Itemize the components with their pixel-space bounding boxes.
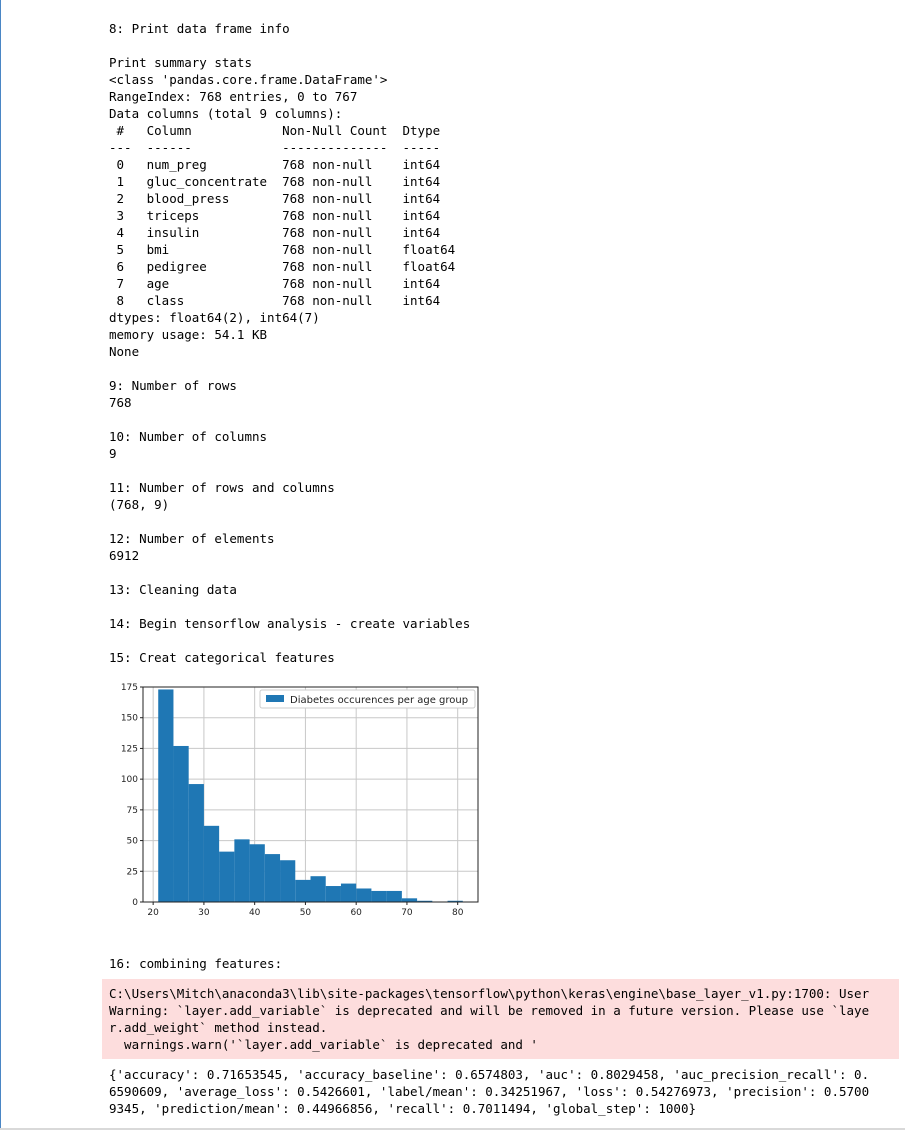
histogram-bar	[234, 839, 250, 902]
histogram-bar	[280, 860, 296, 902]
y-tick-label: 25	[127, 867, 138, 877]
age-histogram-chart: 20 30 40 50 60 70 80 0 25 50 75 100 125 150 175 Diabet…	[121, 683, 479, 918]
stderr-warning-panel: C:\Users\Mitch\anaconda3\lib\site-packag…	[102, 979, 899, 1059]
histogram-bar	[386, 890, 402, 902]
histogram-bar	[401, 898, 418, 902]
deprecation-warning-text: C:\Users\Mitch\anaconda3\lib\site-packag…	[109, 986, 870, 1052]
histogram-bar	[264, 854, 281, 902]
x-tick-label: 80	[452, 908, 464, 918]
section-8-title: 8: Print data frame info	[109, 21, 290, 36]
histogram-bar	[158, 689, 174, 902]
y-tick-label: 125	[121, 744, 138, 754]
legend-label: Diabetes occurences per age group	[290, 695, 468, 706]
histogram-bar	[310, 876, 326, 902]
evaluation-results-output: {'accuracy': 0.71653545, 'accuracy_basel…	[109, 1067, 870, 1116]
histogram-bar	[188, 784, 204, 902]
histogram-bar	[340, 883, 357, 902]
histogram-bar	[356, 888, 372, 902]
cell-left-border	[0, 0, 1, 1130]
y-tick-label: 75	[127, 806, 138, 816]
x-tick-label: 20	[147, 908, 159, 918]
y-tick-label: 0	[132, 898, 138, 908]
chart-legend: Diabetes occurences per age group	[259, 689, 476, 709]
y-tick-label: 100	[121, 775, 138, 785]
y-tick-label: 175	[121, 683, 138, 693]
section-10-columns: 10: Number of columns 9	[109, 429, 268, 461]
x-tick-label: 40	[249, 908, 261, 918]
section-15-categorical: 15: Creat categorical features	[109, 650, 335, 665]
section-14-tensorflow: 14: Begin tensorflow analysis - create v…	[109, 616, 471, 631]
histogram-bar	[219, 851, 235, 902]
y-tick-label: 50	[127, 837, 139, 847]
section-9-rows: 9: Number of rows 768	[109, 378, 237, 410]
x-tick-label: 60	[350, 908, 362, 918]
dataframe-info-output: Print summary stats <class 'pandas.core.…	[109, 55, 456, 359]
histogram-bar	[173, 745, 189, 902]
x-tick-label: 30	[198, 908, 210, 918]
section-11-shape: 11: Number of rows and columns (768, 9)	[109, 480, 335, 512]
partial-output-line: ··· ··· ·	[109, 0, 237, 6]
section-13-cleaning: 13: Cleaning data	[109, 582, 237, 597]
legend-swatch	[266, 695, 284, 702]
section-16-combining: 16: combining features:	[109, 956, 283, 971]
histogram-bar	[295, 879, 311, 902]
histogram-bar	[371, 890, 387, 902]
histogram-bar	[325, 886, 341, 902]
histogram-bar	[203, 825, 220, 902]
y-tick-label: 150	[121, 714, 138, 724]
x-tick-label: 50	[300, 908, 312, 918]
histogram-bar	[249, 844, 265, 902]
section-12-elements: 12: Number of elements 6912	[109, 531, 275, 563]
x-tick-label: 70	[401, 908, 413, 918]
